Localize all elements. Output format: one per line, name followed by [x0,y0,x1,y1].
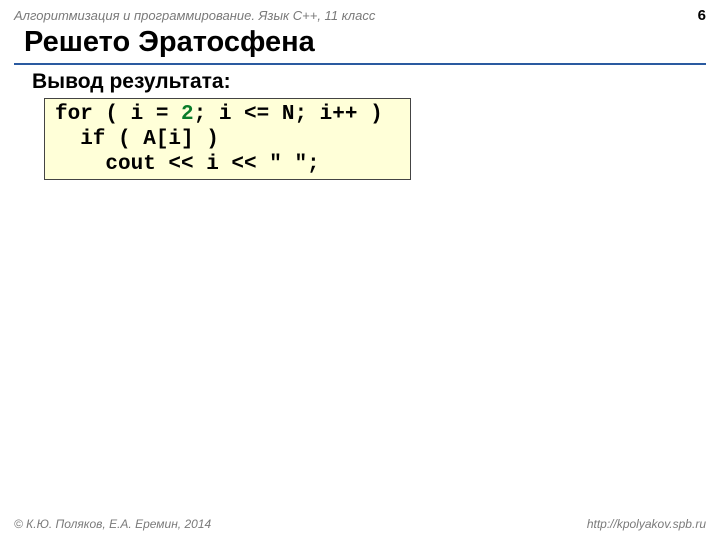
footer: © К.Ю. Поляков, Е.А. Еремин, 2014 http:/… [14,517,706,531]
footer-url: http://kpolyakov.spb.ru [587,517,706,531]
code-l3: cout << i << " "; [55,153,320,176]
slide-title: Решето Эратосфена [24,26,315,59]
subtitle: Вывод результата: [32,70,231,94]
code-block: for ( i = 2; i <= N; i++ ) if ( A[i] ) c… [44,98,411,180]
course-text: Алгоритмизация и программирование. Язык … [14,8,375,23]
header-bar: Алгоритмизация и программирование. Язык … [14,7,706,24]
title-underline [14,63,706,65]
code-l2: if ( A[i] ) [55,128,219,151]
code-l1-num: 2 [181,103,194,126]
copyright-text: © К.Ю. Поляков, Е.А. Еремин, 2014 [14,517,211,531]
page-number: 6 [698,7,706,24]
code-l1a: for ( i = [55,103,181,126]
slide: Алгоритмизация и программирование. Язык … [0,0,720,540]
code-l1b: ; i <= N; i++ ) [194,103,383,126]
